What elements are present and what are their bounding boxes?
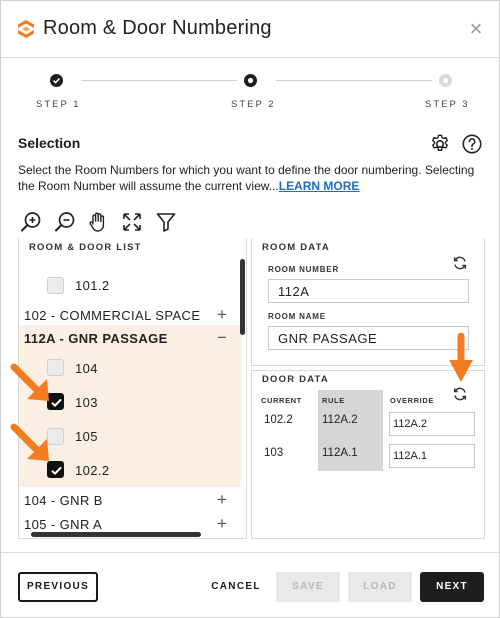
room-label: 112A - GNR PASSAGE xyxy=(24,331,168,346)
door-label: 104 xyxy=(75,361,98,376)
column-header-current: CURRENT xyxy=(261,396,302,405)
help-icon[interactable] xyxy=(461,133,483,155)
list-item[interactable]: 112A - GNR PASSAGE − xyxy=(19,328,241,350)
door-data-title: DOOR DATA xyxy=(262,374,329,385)
app-logo-icon xyxy=(18,20,34,38)
callout-arrow-icon xyxy=(10,423,49,461)
cancel-button[interactable]: CANCEL xyxy=(202,572,270,602)
load-button[interactable]: LOAD xyxy=(348,572,412,602)
collapse-icon[interactable]: − xyxy=(217,329,227,346)
step-1-complete-icon[interactable] xyxy=(50,74,63,87)
next-button[interactable]: NEXT xyxy=(420,572,484,602)
door-label: 102.2 xyxy=(75,463,110,478)
door-data-panel: DOOR DATA CURRENT RULE OVERRIDE 102.2 11… xyxy=(251,370,485,539)
room-label: 104 - GNR B xyxy=(24,493,103,508)
refresh-icon[interactable] xyxy=(452,255,468,271)
room-label: 105 - GNR A xyxy=(24,517,103,532)
filter-icon[interactable] xyxy=(154,210,178,234)
list-item[interactable]: 102 - COMMERCIAL SPACE + xyxy=(19,304,241,326)
door-label: 105 xyxy=(75,429,98,444)
expand-icon[interactable]: + xyxy=(217,491,227,508)
selection-title: Selection xyxy=(18,135,81,151)
pan-hand-icon[interactable] xyxy=(86,210,110,234)
door-override-input[interactable] xyxy=(389,444,475,468)
door-current-cell: 102.2 xyxy=(264,414,293,426)
door-current-cell: 103 xyxy=(264,447,284,459)
learn-more-link[interactable]: LEARN MORE xyxy=(279,179,360,193)
column-header-rule: RULE xyxy=(322,396,345,405)
list-vertical-scrollbar[interactable] xyxy=(240,259,245,335)
door-label: 103 xyxy=(75,395,98,410)
door-label: 101.2 xyxy=(75,278,110,293)
selection-description: Select the Room Numbers for which you wa… xyxy=(18,162,488,194)
room-name-label: ROOM NAME xyxy=(268,312,326,321)
dialog-title: Room & Door Numbering xyxy=(43,17,272,39)
step-connector xyxy=(276,80,432,81)
room-number-label: ROOM NUMBER xyxy=(268,265,340,274)
list-item: 101.2 xyxy=(19,274,241,300)
gear-icon[interactable] xyxy=(429,133,451,155)
room-data-title: ROOM DATA xyxy=(262,242,330,253)
door-override-input[interactable] xyxy=(389,412,475,436)
door-rule-cell: 112A.2 xyxy=(322,414,358,426)
room-number-field[interactable] xyxy=(268,279,469,303)
save-button[interactable]: SAVE xyxy=(276,572,340,602)
zoom-in-icon[interactable] xyxy=(19,210,43,234)
fit-view-icon[interactable] xyxy=(120,210,144,234)
room-name-field[interactable] xyxy=(268,326,469,350)
expand-icon[interactable]: + xyxy=(217,515,227,532)
dialog-header: Room & Door Numbering × xyxy=(1,1,499,58)
room-door-numbering-dialog: Room & Door Numbering × STEP 1 STEP 2 ST… xyxy=(0,0,500,618)
room-door-list-header: ROOM & DOOR LIST xyxy=(29,242,142,253)
expand-icon[interactable]: + xyxy=(217,306,227,323)
step-3-pending-icon xyxy=(439,74,452,87)
footer-divider xyxy=(1,552,499,553)
callout-arrow-icon xyxy=(10,363,49,401)
description-text: Select the Room Numbers for which you wa… xyxy=(18,163,475,193)
column-header-override: OVERRIDE xyxy=(390,396,434,405)
step-1-label: STEP 1 xyxy=(36,99,81,110)
refresh-icon[interactable] xyxy=(452,386,468,402)
door-checkbox[interactable] xyxy=(47,277,64,294)
step-3-label: STEP 3 xyxy=(425,99,470,110)
previous-button[interactable]: PREVIOUS xyxy=(18,572,98,602)
step-2-current-icon[interactable] xyxy=(244,74,257,87)
close-icon[interactable]: × xyxy=(466,17,486,41)
callout-arrow-icon xyxy=(449,333,473,382)
zoom-out-icon[interactable] xyxy=(53,210,77,234)
list-item[interactable]: 104 - GNR B + xyxy=(19,491,241,513)
list-horizontal-scrollbar[interactable] xyxy=(31,532,201,537)
room-label: 102 - COMMERCIAL SPACE xyxy=(24,308,201,323)
door-rule-cell: 112A.1 xyxy=(322,447,358,459)
step-2-label: STEP 2 xyxy=(231,99,276,110)
step-connector xyxy=(81,80,237,81)
